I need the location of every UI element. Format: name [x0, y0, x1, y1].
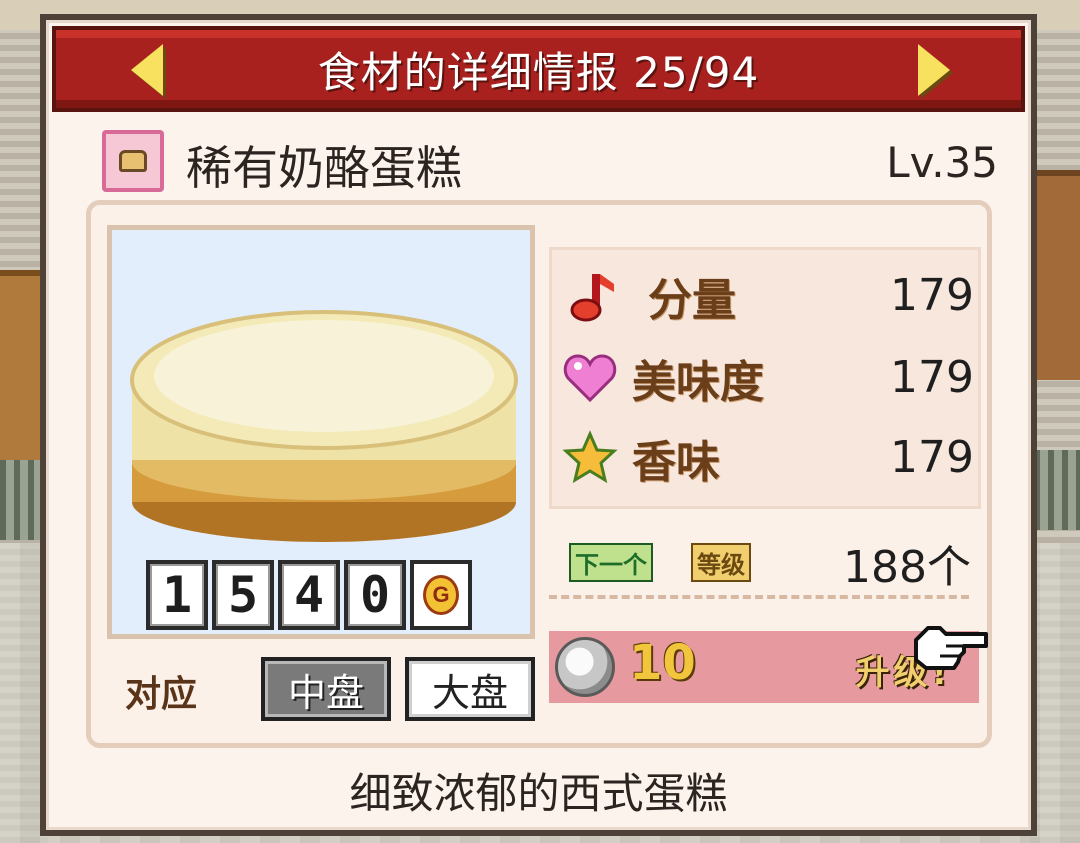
title-bar: 食材的详细情报 25/94: [52, 26, 1025, 112]
cheesecake-image: [130, 310, 518, 542]
stat-value: 179: [890, 270, 974, 321]
price-digit: 5: [212, 560, 274, 630]
stat-row-aroma: 香味 179: [552, 418, 984, 498]
stat-row-portion: 分量 179: [552, 256, 984, 336]
price-digit: 4: [278, 560, 340, 630]
stats-box: 分量 179 美味度 179 香味 179: [549, 247, 981, 509]
item-name-row: 稀有奶酪蛋糕 Lv.35: [98, 126, 998, 198]
stat-label: 美味度: [632, 357, 764, 408]
stat-value: 179: [890, 352, 974, 403]
medium-dish-button[interactable]: 中盘: [261, 657, 391, 721]
food-category-icon: [102, 130, 164, 192]
arrow-left-icon: [131, 44, 163, 96]
panel-title: 食材的详细情报 25/94: [317, 47, 760, 97]
arrow-right-icon: [918, 44, 950, 96]
divider: [549, 595, 969, 599]
item-picture-frame: 1 5 4 0 G: [107, 225, 535, 639]
next-ingredient-button[interactable]: [909, 42, 959, 98]
upgrade-cost: 10: [629, 635, 696, 691]
music-note-icon: [570, 274, 614, 322]
pointing-hand-icon: [914, 626, 988, 670]
item-level: Lv.35: [886, 138, 998, 187]
large-dish-button[interactable]: 大盘: [405, 657, 535, 721]
prev-ingredient-button[interactable]: [122, 42, 172, 98]
dish-size-label: 对应: [125, 674, 198, 715]
price-digit: 0: [344, 560, 406, 630]
star-icon: [562, 430, 618, 484]
next-tag: 下一个: [569, 543, 653, 582]
item-name: 稀有奶酪蛋糕: [186, 141, 462, 195]
gold-coin-icon: G: [423, 575, 459, 615]
stat-label: 香味: [632, 437, 720, 488]
stat-row-taste: 美味度 179: [552, 338, 984, 418]
heart-icon: [563, 354, 617, 403]
next-level-count: 188个: [843, 542, 971, 593]
next-level-row: 下一个 等级 188个: [549, 523, 981, 593]
stat-value: 179: [890, 432, 974, 483]
level-tag: 等级: [691, 543, 751, 582]
gold-currency-cell: G: [410, 560, 472, 630]
ingredient-detail-panel: 食材的详细情报 25/94 稀有奶酪蛋糕 Lv.35 1 5 4 0 G 对应 …: [40, 14, 1037, 836]
price-digit: 1: [146, 560, 208, 630]
item-description: 细致浓郁的西式蛋糕: [349, 769, 728, 818]
silver-coin-icon: [555, 637, 615, 697]
detail-box: 1 5 4 0 G 对应 中盘 大盘 分量 179 美味度 179 香味 179…: [86, 200, 992, 748]
price-display: 1 5 4 0 G: [146, 560, 472, 630]
stat-label: 分量: [648, 275, 736, 326]
